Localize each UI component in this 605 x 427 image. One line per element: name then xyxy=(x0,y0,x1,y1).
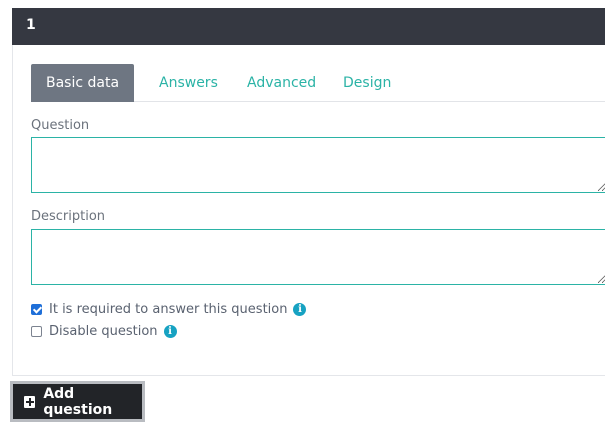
info-icon[interactable]: i xyxy=(293,302,307,316)
question-input[interactable] xyxy=(31,137,605,193)
tab-design[interactable]: Design xyxy=(328,64,406,102)
description-input[interactable] xyxy=(31,229,605,285)
tab-answers[interactable]: Answers xyxy=(144,64,233,102)
question-tabs: Basic data Answers Advanced Design xyxy=(31,64,605,102)
required-checkbox[interactable] xyxy=(31,303,42,315)
question-card: 1 Basic data Answers Advanced Design Que… xyxy=(12,8,605,376)
plus-square-icon xyxy=(24,395,36,408)
disable-checkbox[interactable] xyxy=(31,325,42,337)
add-question-label: Add question xyxy=(43,385,113,418)
tab-basic-data[interactable]: Basic data xyxy=(31,64,135,102)
question-label: Question xyxy=(31,118,90,133)
description-label: Description xyxy=(31,209,106,224)
disable-row: Disable question i xyxy=(31,322,177,340)
required-row: It is required to answer this question i xyxy=(31,300,307,318)
add-question-button[interactable]: Add question xyxy=(10,381,145,422)
info-icon[interactable]: i xyxy=(163,324,177,338)
question-header: 1 xyxy=(12,8,605,45)
required-label[interactable]: It is required to answer this question xyxy=(49,302,287,317)
tab-advanced[interactable]: Advanced xyxy=(232,64,331,102)
question-number: 1 xyxy=(26,17,36,33)
disable-label[interactable]: Disable question xyxy=(49,324,158,339)
